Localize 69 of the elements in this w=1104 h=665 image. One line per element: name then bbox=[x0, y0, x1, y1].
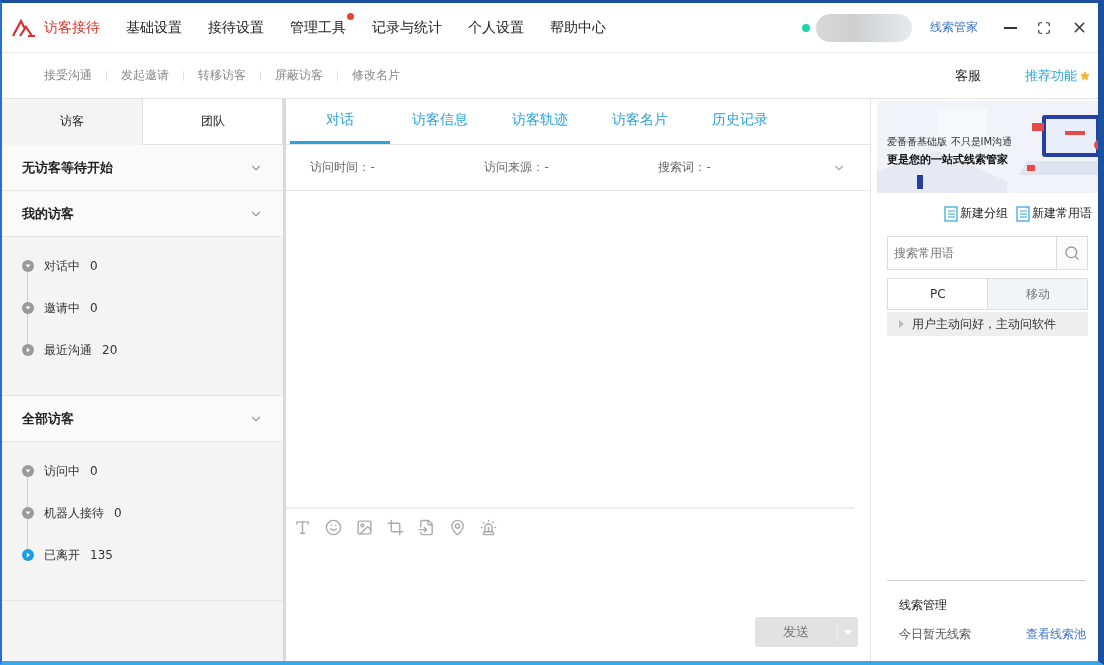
nav-tab[interactable]: 接待设置 bbox=[208, 18, 264, 37]
banner-subtitle: 爱番番基础版 不只是IM沟通 bbox=[887, 135, 1013, 149]
toolbar-action[interactable]: 接受沟通 bbox=[44, 67, 92, 84]
new-phrase-action[interactable]: 新建分组 bbox=[944, 205, 1008, 222]
panel-tab[interactable]: 团队 bbox=[142, 99, 284, 145]
visitor-category[interactable]: 最近沟通 20 bbox=[22, 329, 284, 371]
logo-icon bbox=[12, 18, 36, 37]
service-link[interactable]: 客服 bbox=[955, 66, 981, 85]
visit-info: 访问来源：- bbox=[484, 159, 550, 176]
document-icon bbox=[1016, 205, 1030, 222]
group-title: 无访客等待开始 bbox=[22, 158, 113, 177]
group-title: 我的访客 bbox=[22, 204, 74, 223]
banner-title: 更是您的一站式线索管家 bbox=[887, 152, 1010, 167]
category-label: 已离开 bbox=[44, 546, 80, 564]
category-count: 0 bbox=[90, 464, 98, 478]
category-label: 机器人接待 bbox=[44, 504, 104, 522]
emoji-icon[interactable] bbox=[325, 519, 343, 536]
minimize-icon bbox=[1004, 26, 1017, 29]
lead-pool-link[interactable]: 查看线索池 bbox=[1026, 626, 1086, 643]
nav-tab[interactable]: 基础设置 bbox=[126, 18, 182, 37]
empty-leads-text: 今日暂无线索 bbox=[899, 626, 972, 643]
location-icon[interactable] bbox=[449, 519, 467, 536]
category-count: 0 bbox=[90, 301, 98, 315]
lead-manager-link[interactable]: 线索管家 bbox=[930, 19, 978, 36]
nav-tab[interactable]: 访客接待 bbox=[44, 18, 100, 37]
category-count: 0 bbox=[114, 506, 122, 520]
crop-icon[interactable] bbox=[387, 519, 405, 536]
nav-tab[interactable]: 管理工具 bbox=[290, 18, 346, 37]
category-label: 邀请中 bbox=[44, 299, 80, 317]
group-title: 全部访客 bbox=[22, 409, 74, 428]
toolbar-action[interactable]: 转移访客 bbox=[198, 67, 246, 84]
category-count: 0 bbox=[90, 259, 98, 273]
phrase-group[interactable]: 用户主动问好，主动问软件 bbox=[887, 312, 1088, 336]
maximize-button[interactable] bbox=[1037, 20, 1051, 35]
visitor-category[interactable]: 邀请中 0 bbox=[22, 287, 284, 329]
category-label: 对话中 bbox=[44, 257, 80, 275]
category-label: 访问中 bbox=[44, 462, 80, 480]
nav-tab[interactable]: 个人设置 bbox=[468, 18, 524, 37]
leads-title: 线索管理 bbox=[899, 597, 949, 614]
visitor-category[interactable]: 对话中 0 bbox=[22, 245, 284, 287]
visit-info: 访问时间：- bbox=[310, 159, 376, 176]
group-header[interactable]: 无访客等待开始 bbox=[2, 145, 284, 191]
search-button[interactable] bbox=[1056, 236, 1088, 270]
search-icon bbox=[1064, 245, 1080, 261]
toolbar-action[interactable]: 发起邀请 bbox=[121, 67, 169, 84]
category-count: 135 bbox=[90, 548, 113, 562]
visit-info: 搜索词：- bbox=[658, 159, 712, 176]
visitor-category[interactable]: 机器人接待 0 bbox=[22, 492, 284, 534]
group-header[interactable]: 我的访客 bbox=[2, 191, 284, 237]
visitor-category[interactable]: 访问中 0 bbox=[22, 450, 284, 492]
category-count: 20 bbox=[102, 343, 118, 357]
document-icon bbox=[944, 205, 958, 222]
text-format-icon[interactable] bbox=[294, 519, 312, 536]
minimize-button[interactable] bbox=[1004, 26, 1017, 29]
file-icon[interactable] bbox=[418, 519, 436, 536]
maximize-icon bbox=[1037, 20, 1051, 35]
new-phrase-action[interactable]: 新建常用语 bbox=[1016, 205, 1092, 222]
star-icon bbox=[1080, 70, 1090, 81]
alarm-icon[interactable] bbox=[480, 519, 498, 536]
category-label: 最近沟通 bbox=[44, 341, 92, 359]
image-icon[interactable] bbox=[356, 519, 374, 536]
toolbar-action[interactable]: 修改名片 bbox=[352, 67, 400, 84]
phrase-search-field[interactable]: 搜索常用语 bbox=[887, 236, 1056, 270]
group-header[interactable]: 全部访客 bbox=[2, 396, 284, 442]
nav-tab[interactable]: 记录与统计 bbox=[372, 18, 442, 37]
toolbar-action[interactable]: 屏蔽访客 bbox=[275, 67, 323, 84]
visitor-category[interactable]: 已离开 135 bbox=[22, 534, 284, 576]
platform-tab[interactable]: 移动 bbox=[987, 279, 1087, 309]
nav-tab[interactable]: 帮助中心 bbox=[550, 18, 606, 37]
